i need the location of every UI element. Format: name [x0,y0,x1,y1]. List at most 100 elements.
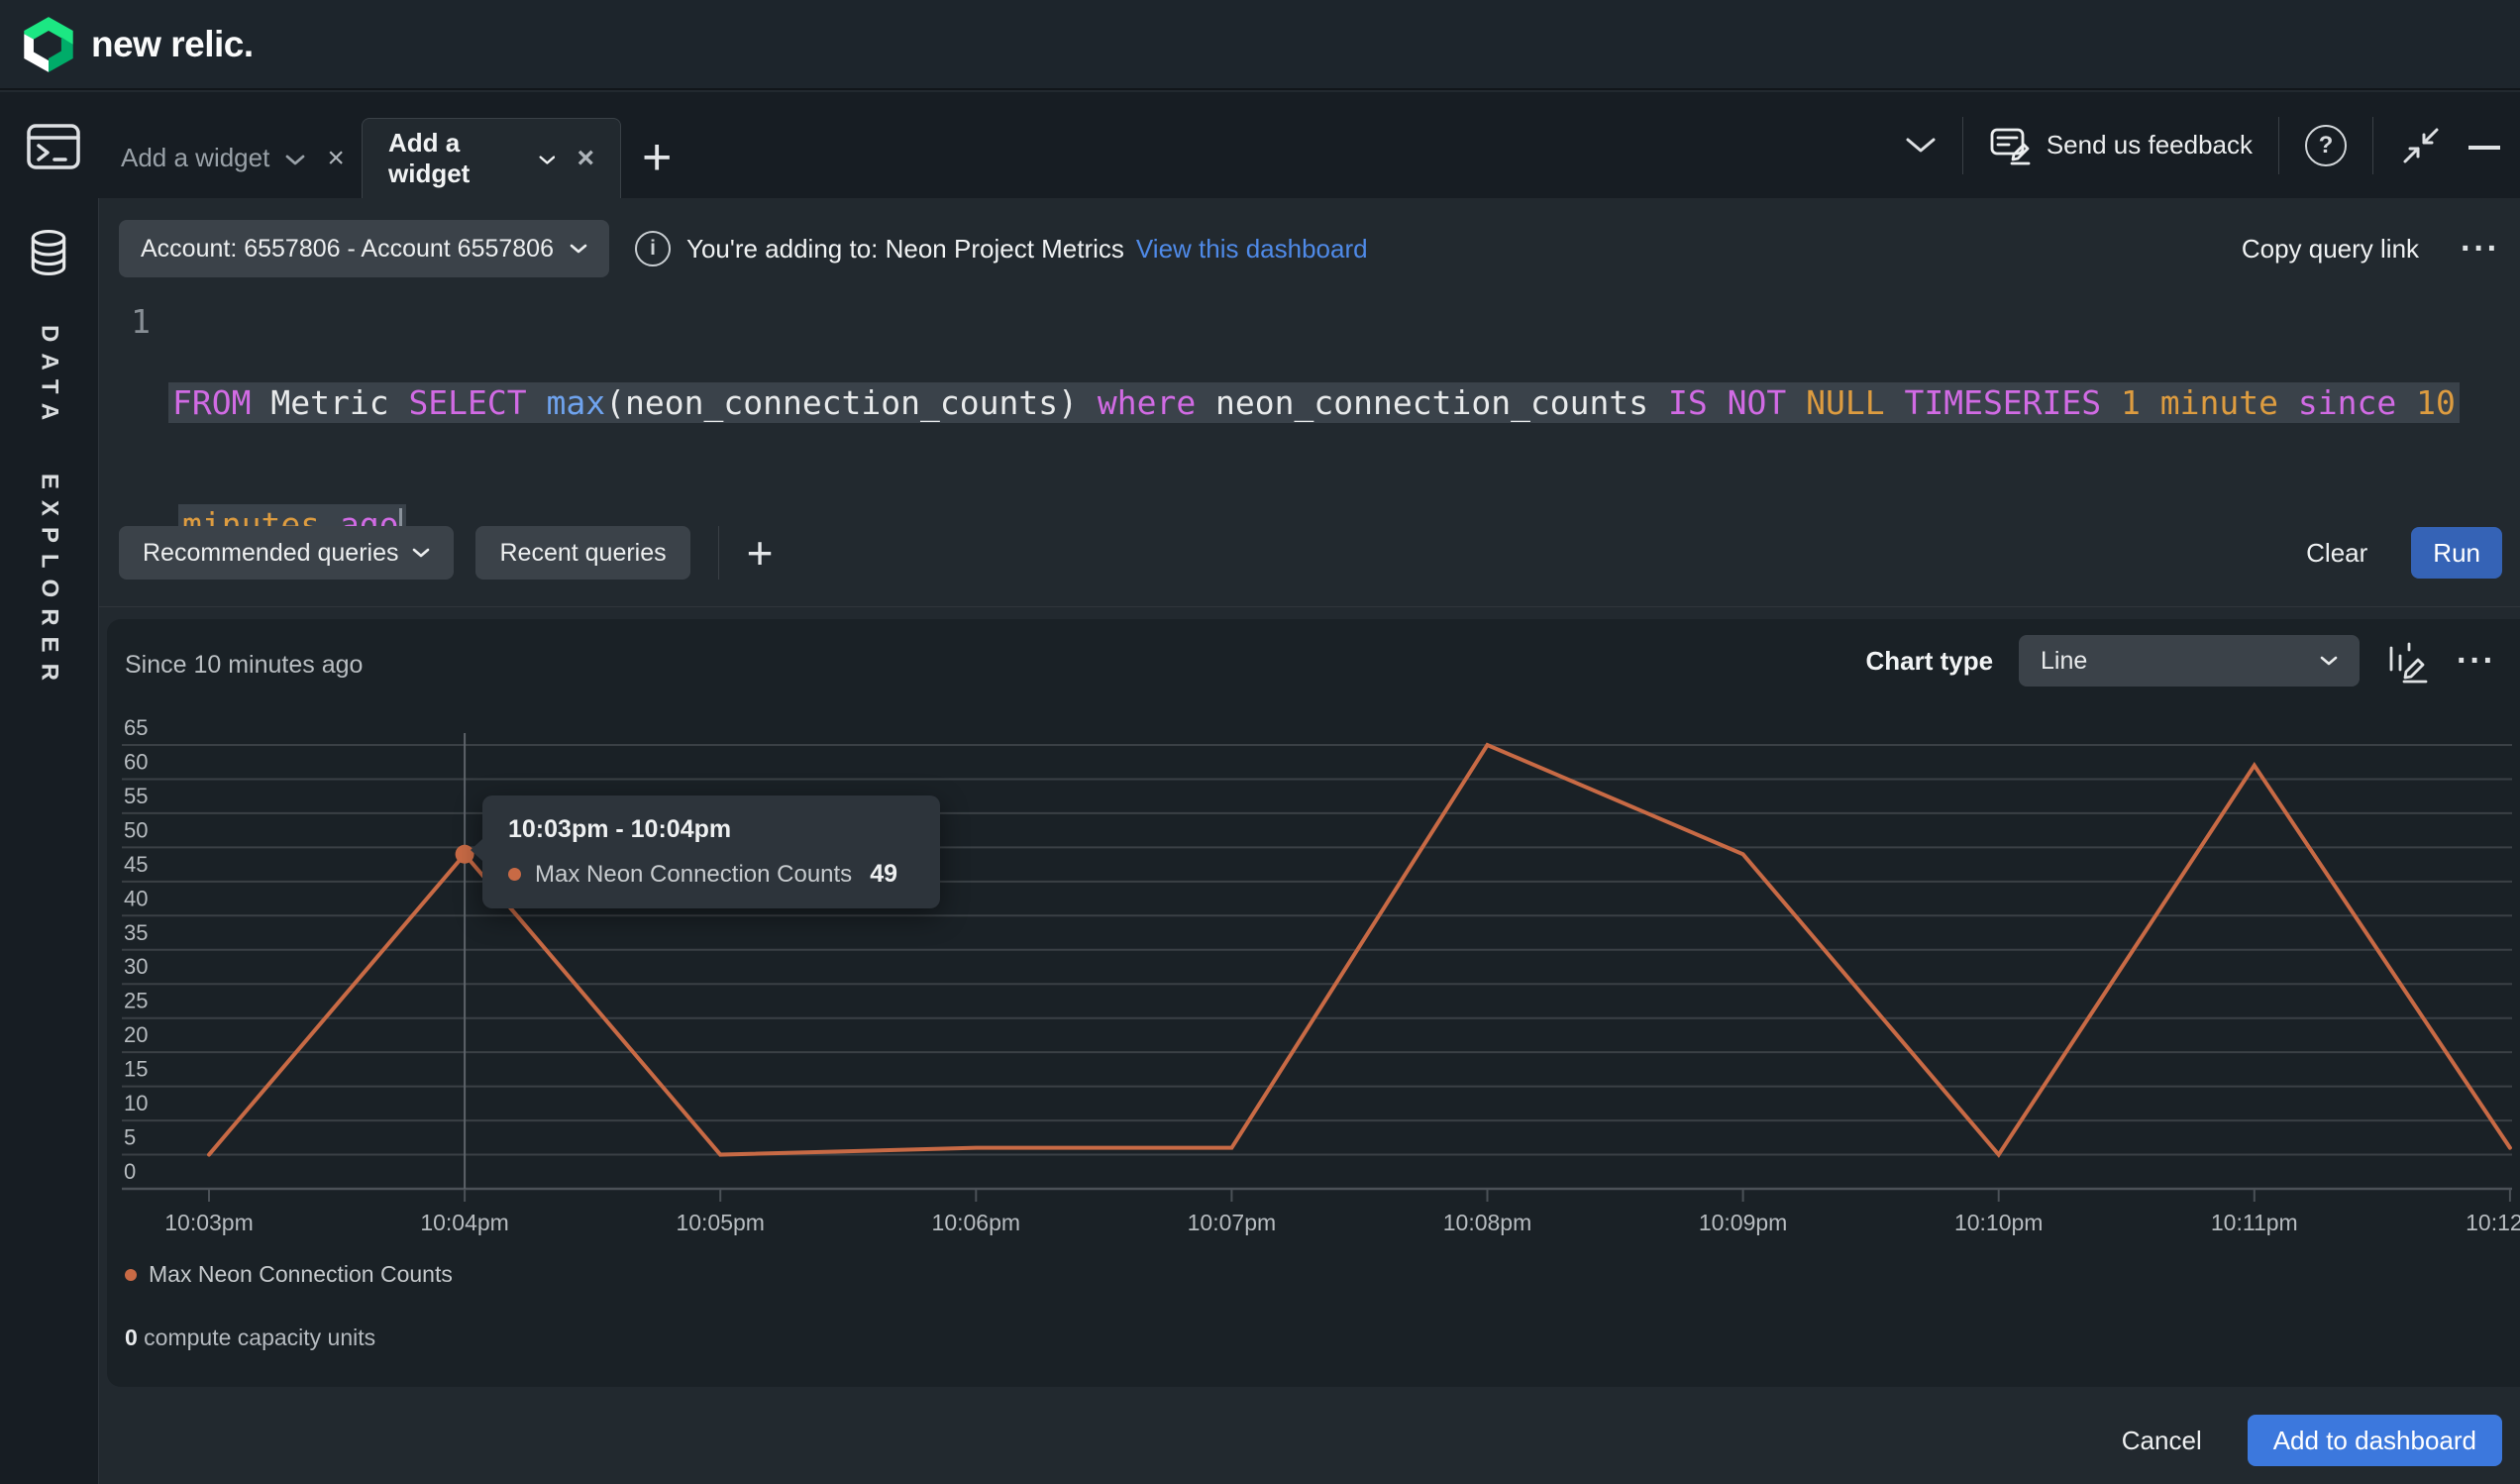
add-query-button[interactable]: + [747,535,774,572]
nrql-query-editor[interactable]: 1 FROM Metric SELECT max(neon_connection… [99,293,2520,521]
tooltip-series-label: Max Neon Connection Counts [535,861,852,889]
y-tick-label: 55 [124,784,148,808]
account-selector-label: Account: 6557806 - Account 6557806 [141,235,554,264]
query-token [1885,383,1905,422]
new-relic-logo-icon [22,16,75,73]
compute-capacity-text: compute capacity units [138,1325,375,1350]
tab-label: Add a widget [388,128,523,189]
legend-dot [125,1269,137,1281]
query-token [2278,383,2298,422]
cancel-button[interactable]: Cancel [2122,1426,2202,1456]
x-tick-label: 10:12pm [2466,1210,2520,1235]
recommended-queries-label: Recommended queries [143,539,398,568]
clear-button[interactable]: Clear [2306,538,2367,569]
series-dot [508,868,521,881]
query-console-icon[interactable] [24,122,83,171]
app-header: new relic. [0,0,2520,90]
query-token: Metric [251,383,408,422]
minimize-icon[interactable] [2468,146,2500,150]
tab-label: Add a widget [121,143,269,173]
y-tick-label: 20 [124,1022,148,1047]
query-token: neon_connection_counts [1196,383,1668,422]
footer-actions: Cancel Add to dashboard [2122,1415,2502,1466]
chevron-down-icon [412,548,430,559]
x-tick-label: 10:06pm [932,1210,1021,1235]
legend-label: Max Neon Connection Counts [149,1261,453,1288]
chart-panel: Since 10 minutes ago Chart type Line ···… [107,619,2520,1387]
account-selector[interactable]: Account: 6557806 - Account 6557806 [119,220,609,277]
x-tick-label: 10:08pm [1443,1210,1532,1235]
close-tab-icon[interactable]: × [327,144,345,173]
divider [1962,117,1963,174]
x-tick-label: 10:05pm [676,1210,765,1235]
tab-add-a-widget-2-active[interactable]: Add a widget × [362,118,621,198]
add-to-dashboard-button[interactable]: Add to dashboard [2248,1415,2502,1466]
y-tick-label: 35 [124,920,148,945]
x-tick-label: 10:03pm [164,1210,254,1235]
send-feedback-button[interactable]: Send us feedback [1989,126,2253,165]
y-tick-label: 25 [124,989,148,1013]
database-icon[interactable] [29,230,68,275]
main-content: Account: 6557806 - Account 6557806 i You… [99,198,2520,1484]
query-token [527,383,547,422]
feedback-label: Send us feedback [2047,130,2253,160]
toolbar-right: Clear Run [2306,527,2502,579]
y-tick-label: 5 [124,1125,136,1150]
compute-capacity-note: 0 compute capacity units [125,1325,375,1351]
brand-name: new relic. [91,24,254,65]
chart-tooltip: 10:03pm - 10:04pm Max Neon Connection Co… [482,795,940,908]
recent-queries-label: Recent queries [499,539,666,568]
chevron-down-icon[interactable] [539,155,556,166]
new-relic-logo: new relic. [22,16,254,73]
collapse-icon[interactable] [2399,125,2443,166]
query-token: max [547,383,606,422]
y-tick-label: 0 [124,1159,136,1184]
y-tick-label: 15 [124,1057,148,1082]
recent-queries-button[interactable]: Recent queries [475,526,689,580]
query-token: 1 minute [2121,383,2278,422]
adding-to-text: You're adding to: Neon Project Metrics [686,234,1124,265]
tooltip-series-value: 49 [870,860,897,889]
run-button[interactable]: Run [2411,527,2502,579]
compute-capacity-value: 0 [125,1325,138,1350]
y-tick-label: 40 [124,886,148,910]
chart-legend[interactable]: Max Neon Connection Counts [125,1261,453,1288]
data-explorer-label: DATA EXPLORER [36,325,63,691]
query-token [1786,383,1806,422]
chart-plot[interactable]: 6560555045403530252015105010:03pm10:04pm… [107,619,2520,1387]
chevron-down-icon[interactable] [285,155,305,166]
y-tick-label: 65 [124,715,148,740]
help-icon[interactable]: ? [2305,125,2347,166]
account-row: Account: 6557806 - Account 6557806 i You… [119,220,2500,277]
y-tick-label: 45 [124,852,148,877]
chevron-down-icon[interactable] [1905,137,1937,155]
view-dashboard-link[interactable]: View this dashboard [1136,234,1368,265]
recommended-queries-button[interactable]: Recommended queries [119,526,454,580]
divider [2278,117,2279,174]
query-token: 10 [2416,383,2456,422]
tooltip-time-range: 10:03pm - 10:04pm [508,815,914,844]
x-tick-label: 10:07pm [1188,1210,1277,1235]
query-token: IS NOT [1668,383,1786,422]
query-toolbar: Recommended queries Recent queries + Cle… [119,525,2502,581]
info-icon: i [635,231,671,266]
x-tick-label: 10:04pm [420,1210,509,1235]
tabbar-actions: Send us feedback ? [1905,92,2500,198]
line-number: 1 [117,301,151,342]
new-tab-button[interactable]: + [642,132,672,183]
divider [2372,117,2373,174]
query-token: SELECT [408,383,526,422]
query-token: (neon_connection_counts) [605,383,1098,422]
query-token: FROM [172,383,251,422]
chevron-down-icon [570,244,587,255]
y-tick-label: 30 [124,954,148,979]
query-token [2101,383,2121,422]
query-token: TIMESERIES [1904,383,2101,422]
copy-query-link[interactable]: Copy query link [2242,234,2419,265]
tab-add-a-widget-1[interactable]: Add a widget × [95,118,370,198]
x-tick-label: 10:09pm [1699,1210,1788,1235]
more-options-icon[interactable]: ··· [2461,230,2500,268]
y-tick-label: 60 [124,749,148,774]
tab-bar: Add a widget × Add a widget × + Send us … [0,92,2520,198]
close-tab-icon[interactable]: × [577,144,594,173]
